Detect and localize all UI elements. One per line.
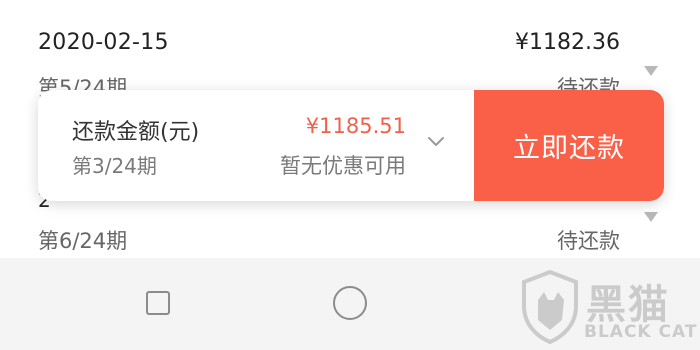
cat-shield-icon — [522, 270, 578, 344]
repayment-bar: 还款金额(元) 第3/24期 ¥1185.51 暂无优惠可用 立即还款 — [38, 90, 664, 201]
discount-status[interactable]: 暂无优惠可用 — [280, 150, 406, 180]
pay-now-button[interactable]: 立即还款 — [474, 90, 664, 201]
triangle-down-icon[interactable] — [644, 212, 658, 222]
triangle-down-icon[interactable] — [644, 66, 658, 76]
row-date: 2020-02-15 — [38, 30, 169, 55]
repayment-amount-label: 还款金额(元) — [72, 120, 200, 145]
repayment-period: 第3/24期 — [72, 154, 157, 178]
row-amount: ¥1182.36 — [515, 30, 620, 55]
square-icon[interactable] — [146, 291, 170, 315]
watermark-brand-en: BLACK CAT — [584, 322, 698, 342]
chevron-down-icon[interactable] — [427, 136, 445, 148]
row-status: 待还款 — [557, 229, 620, 253]
watermark-logo: 黑猫 BLACK CAT — [520, 270, 698, 346]
row-period: 第6/24期 — [38, 229, 128, 253]
repayment-amount: ¥1185.51 — [305, 114, 406, 138]
circle-icon[interactable] — [333, 286, 367, 320]
